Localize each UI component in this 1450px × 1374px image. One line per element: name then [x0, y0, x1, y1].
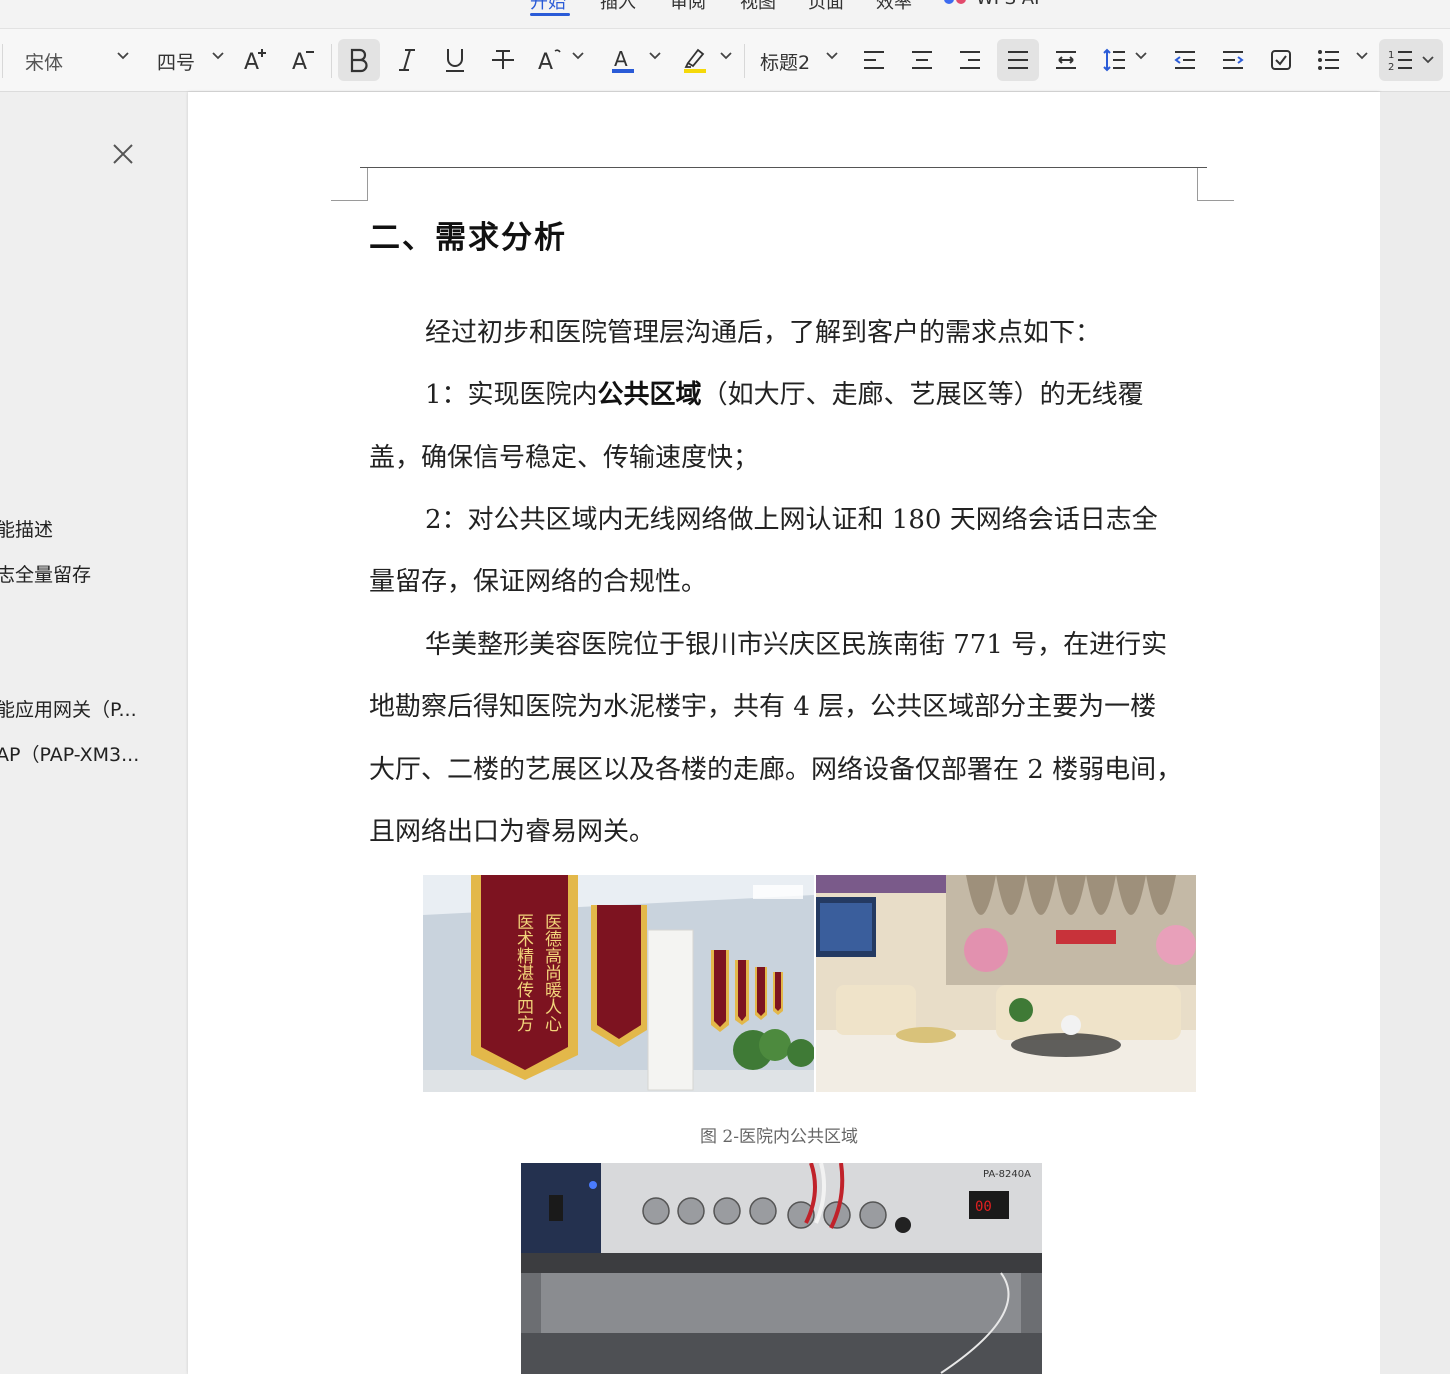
tab-page[interactable]: 页面 [808, 0, 844, 14]
strikethrough-icon[interactable] [482, 39, 524, 81]
paragraph-style-select[interactable]: 标题2 [760, 48, 810, 75]
svg-text:A: A [244, 50, 259, 73]
crop-mark [1197, 168, 1198, 201]
svg-text:00: 00 [975, 1199, 992, 1215]
chevron-down-icon[interactable] [649, 51, 661, 61]
tab-insert[interactable]: 插入 [600, 0, 636, 14]
shrink-font-icon[interactable]: A [283, 39, 325, 81]
toolbar-divider [744, 44, 745, 78]
paragraph: 且网络出口为睿易网关。 [369, 817, 656, 847]
justify-icon[interactable] [997, 39, 1039, 81]
svg-text:A: A [538, 50, 553, 73]
checkbox-icon[interactable] [1260, 39, 1302, 81]
chevron-down-icon[interactable] [1135, 51, 1147, 61]
grow-font-icon[interactable]: A [235, 39, 277, 81]
chevron-down-icon[interactable] [572, 51, 584, 61]
bold-text: 公共区域 [597, 380, 702, 410]
font-size-select[interactable]: 四号 [157, 48, 195, 75]
chevron-down-icon[interactable] [212, 51, 224, 61]
nav-item[interactable]: AP（PAP-XM3... [0, 740, 146, 767]
paragraph: 大厅、二楼的艺展区以及各楼的走廊。网络设备仅部署在 2 楼弱电间， [369, 755, 1183, 785]
tab-view[interactable]: 视图 [740, 0, 776, 14]
paragraph: 地勘察后得知医院为水泥楼宇，共有 4 层，公共区域部分主要为一楼 [369, 692, 1157, 722]
bullet-list-icon[interactable] [1308, 39, 1350, 81]
paragraph: 盖，确保信号稳定、传输速度快； [369, 443, 760, 473]
crop-mark [1197, 200, 1234, 201]
wps-ai-logo-icon [944, 0, 954, 4]
amplifier-model-label: PA-8240A [983, 1169, 1031, 1180]
chevron-down-icon[interactable] [1356, 51, 1368, 61]
nav-item[interactable]: 能描述 [0, 515, 146, 542]
banner-text: 医术精湛传四方 [513, 913, 534, 1032]
align-center-icon[interactable] [901, 39, 943, 81]
svg-text:1: 1 [1388, 50, 1394, 61]
svg-text:A: A [614, 47, 628, 71]
paragraph: 1：实现医院内公共区域（如大厅、走廊、艺展区等）的无线覆 [425, 374, 1255, 411]
numbered-list-icon[interactable]: 12 [1379, 39, 1443, 81]
font-color-icon[interactable]: A [602, 39, 644, 81]
paragraph: 2：对公共区域内无线网络做上网认证和 180 天网络会话日志全 [425, 505, 1158, 535]
tab-wps-ai[interactable]: WPS AI [976, 0, 1039, 9]
italic-icon[interactable] [386, 39, 428, 81]
ribbon-tabs: 开始 插入 审阅 视图 页面 效率 WPS AI [0, 0, 1450, 28]
paragraph: 量留存，保证网络的合规性。 [369, 567, 708, 597]
crop-mark [331, 200, 368, 201]
amplifier-photo[interactable]: 00 PA-8240A [521, 1163, 1042, 1374]
distribute-icon[interactable] [1045, 39, 1087, 81]
paragraph: 华美整形美容医院位于银川市兴庆区民族南街 771 号，在进行实 [425, 630, 1168, 660]
increase-indent-icon[interactable] [1212, 39, 1254, 81]
chevron-down-icon[interactable] [1422, 55, 1434, 65]
chevron-down-icon[interactable] [720, 51, 732, 61]
paragraph-text: 1：实现医院内 [425, 380, 598, 410]
svg-text:A: A [292, 50, 307, 73]
chevron-down-icon[interactable] [117, 51, 129, 61]
figure-caption: 图 2-医院内公共区域 [700, 1127, 858, 1147]
paragraph-text: （如大厅、走廊、艺展区等）的无线覆 [701, 380, 1144, 410]
banner-text: 医德高尚暖人心 [541, 913, 562, 1032]
section-heading: 二、需求分析 [369, 220, 567, 256]
tab-review[interactable]: 审阅 [670, 0, 706, 14]
toolbar-divider [331, 44, 332, 78]
decrease-indent-icon[interactable] [1164, 39, 1206, 81]
svg-text:2: 2 [1388, 62, 1394, 72]
nav-item[interactable]: 志全量留存 [0, 560, 146, 587]
underline-icon[interactable] [434, 39, 476, 81]
bold-icon[interactable] [338, 39, 380, 81]
highlight-icon[interactable] [674, 39, 716, 81]
tab-home[interactable]: 开始 [530, 0, 566, 14]
corridor-photo[interactable]: 医德高尚暖人心 医术精湛传四方 [423, 875, 814, 1092]
active-tab-indicator [530, 13, 570, 16]
wps-ai-logo-icon [956, 0, 966, 4]
text-effect-icon[interactable]: A [529, 39, 571, 81]
align-left-icon[interactable] [853, 39, 895, 81]
close-icon[interactable] [110, 141, 136, 167]
tab-efficiency[interactable]: 效率 [876, 0, 912, 14]
navigation-pane: 能描述 志全量留存 能应用网关（P... AP（PAP-XM3... [0, 92, 188, 1374]
lobby-photo[interactable] [816, 875, 1196, 1092]
paragraph: 经过初步和医院管理层沟通后，了解到客户的需求点如下： [425, 318, 1102, 348]
line-spacing-icon[interactable] [1093, 39, 1135, 81]
nav-item[interactable]: 能应用网关（P... [0, 695, 146, 722]
page-gutter [1380, 92, 1450, 1374]
crop-mark [367, 168, 368, 201]
align-right-icon[interactable] [949, 39, 991, 81]
header-divider [360, 167, 1207, 168]
chevron-down-icon[interactable] [826, 51, 838, 61]
toolbar-divider [2, 44, 3, 78]
font-name-select[interactable]: 宋体 [25, 48, 63, 75]
